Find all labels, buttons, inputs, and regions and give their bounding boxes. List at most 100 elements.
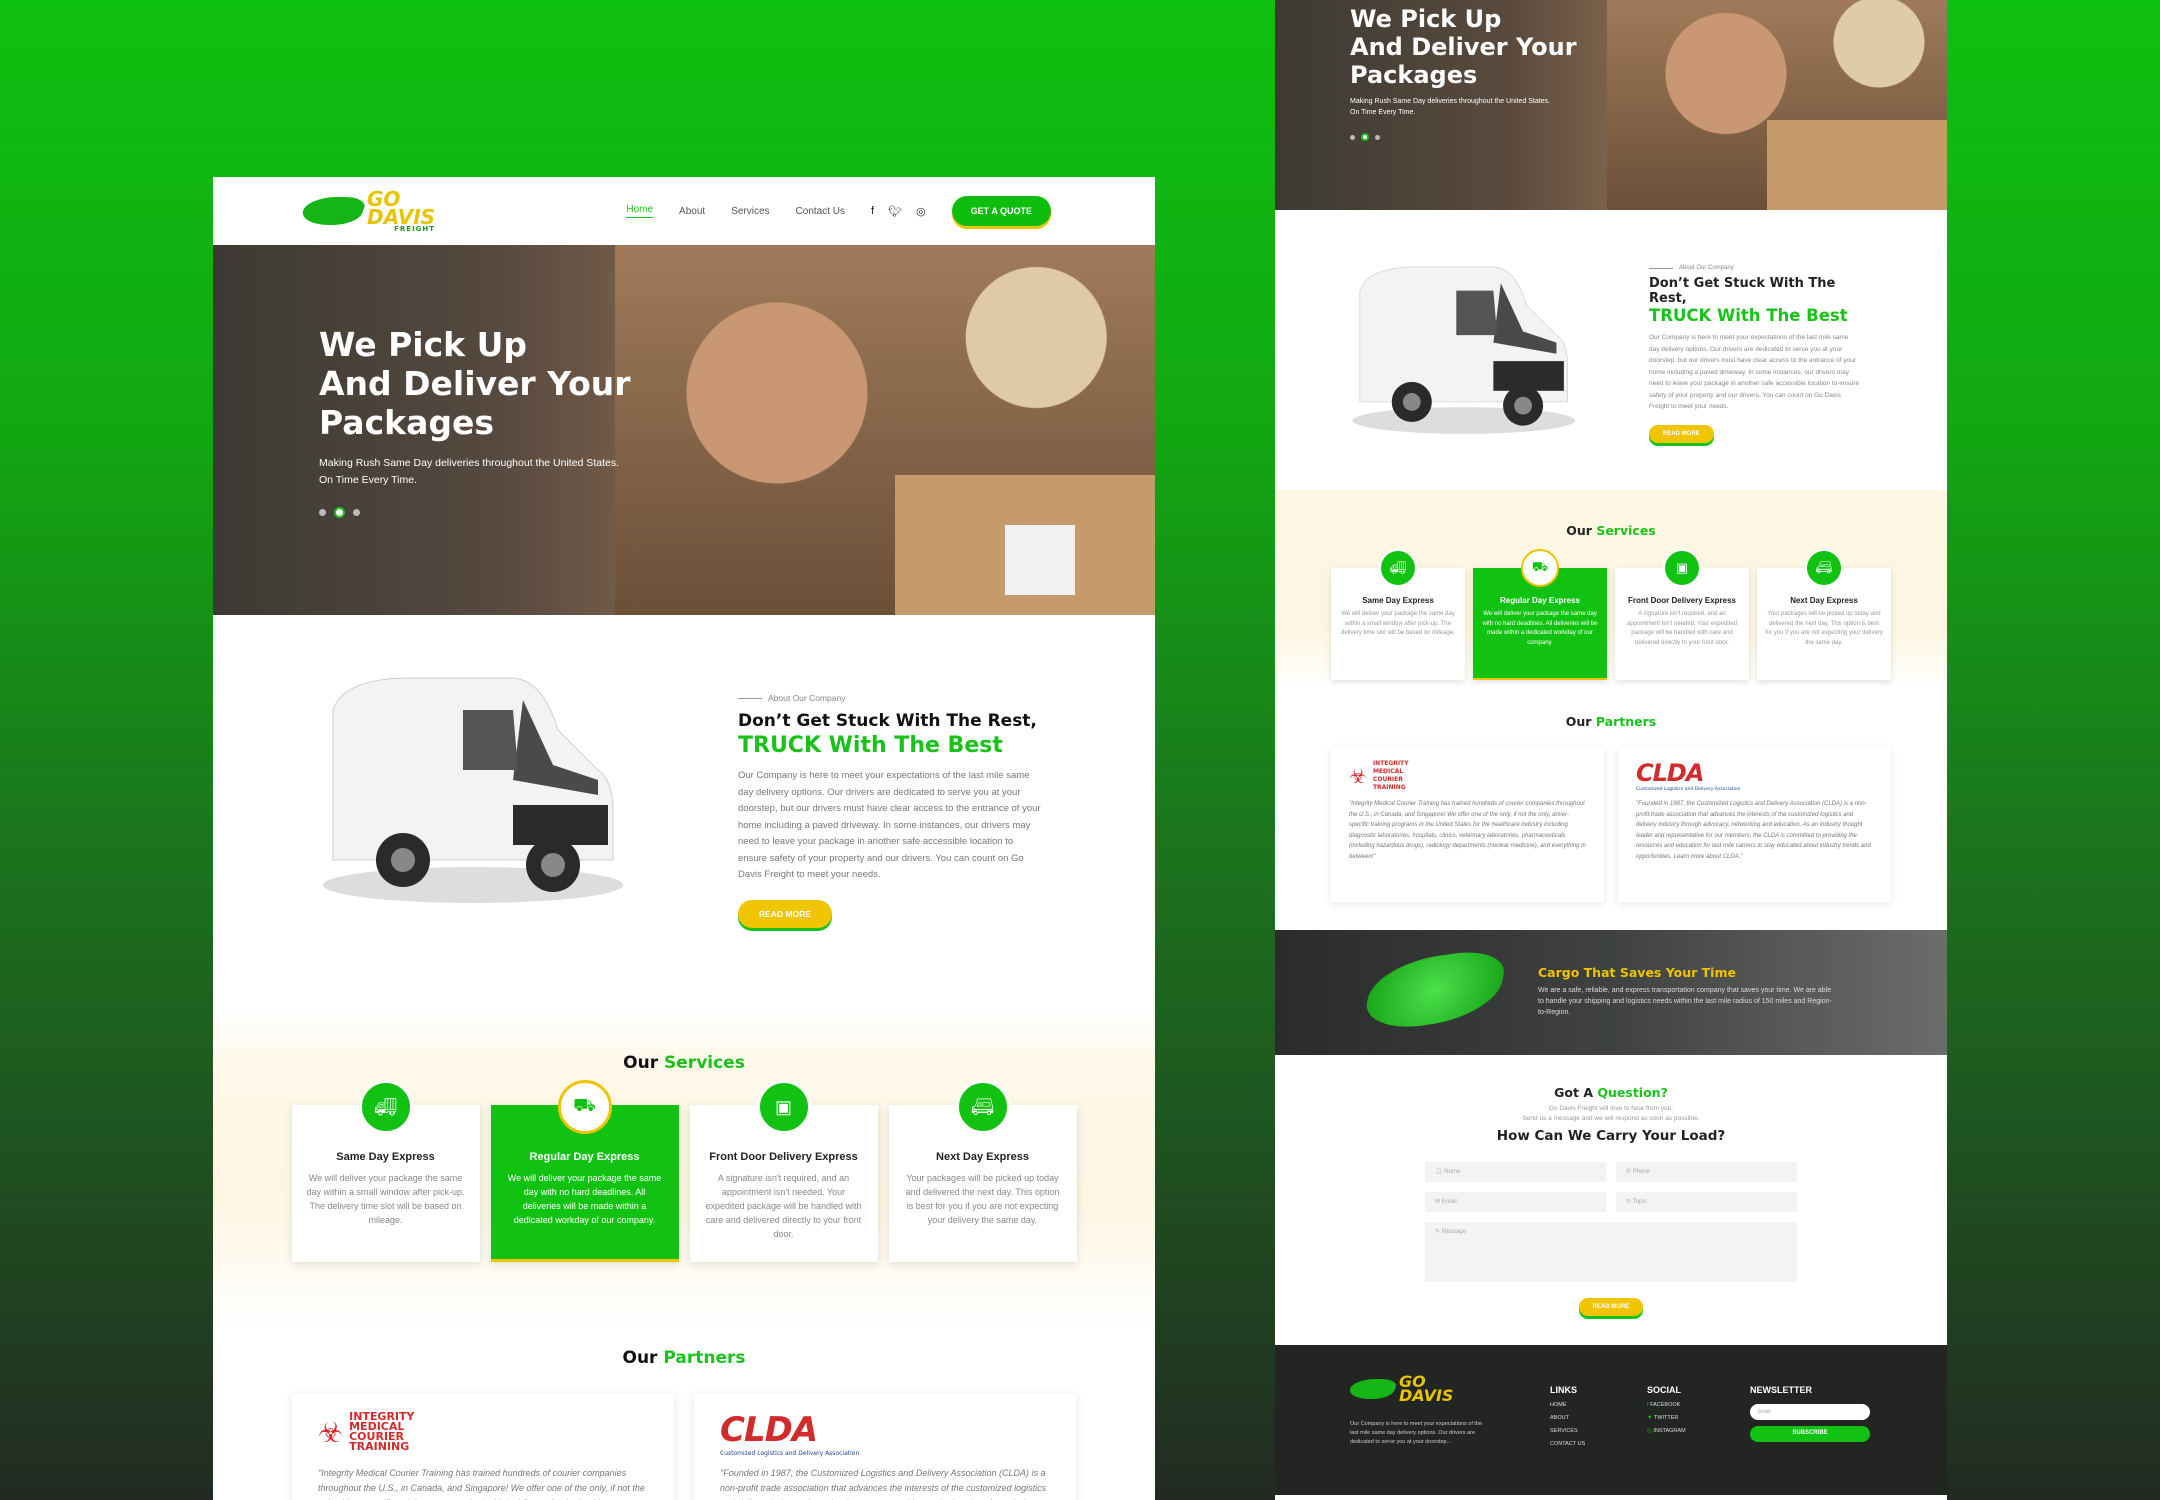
- hero-package-image: [1767, 120, 1947, 210]
- slider-dot-2[interactable]: [1361, 133, 1369, 141]
- footer-social: SOCIAL f FACEBOOK ▼ TWITTER ◎ INSTAGRAM: [1647, 1385, 1686, 1434]
- imct-logo[interactable]: ☣ INTEGRITY MEDICAL COURIER TRAINING: [318, 1410, 648, 1454]
- hand-truck-icon: ⛟︎: [1521, 549, 1559, 587]
- slider-dot-3[interactable]: [1375, 134, 1380, 140]
- imct-quote: "Integrity Medical Courier Training has …: [318, 1468, 645, 1500]
- biohazard-icon: ☣: [1349, 764, 1367, 788]
- cargo-body: We are a safe, reliable, and express tra…: [1538, 987, 1832, 1016]
- slider-dot-1[interactable]: [319, 509, 326, 516]
- hero-slider: We Pick Up And Deliver Your Packages Mak…: [213, 245, 1155, 615]
- topic-field[interactable]: ↻ Topic: [1616, 1192, 1797, 1212]
- footer-instagram[interactable]: ◎ INSTAGRAM: [1647, 1428, 1686, 1434]
- imct-logo[interactable]: ☣ INTEGRITY MEDICAL COURIER TRAINING: [1349, 759, 1586, 793]
- newsletter-email-input[interactable]: Email: [1750, 1404, 1870, 1420]
- service-title: Next Day Express: [936, 1151, 1029, 1163]
- subscribe-button[interactable]: SUBSCRIBE: [1750, 1426, 1870, 1442]
- about-body: Our Company is here to meet your expecta…: [738, 770, 1041, 880]
- clda-quote: "Founded in 1987, the Customized Logisti…: [1636, 801, 1871, 860]
- footer-links: LINKS HOME ABOUT SERVICES CONTACT US: [1550, 1385, 1586, 1447]
- contact-form: 👤︎ Name ✆ Phone ✉ Email ↻ Topic ✎ Messag…: [1425, 1162, 1797, 1282]
- twitter-icon: ▼: [1647, 1415, 1653, 1421]
- service-card-next-day[interactable]: 🚐︎ Next Day Express Your packages will b…: [1757, 549, 1891, 680]
- service-card-regular-day[interactable]: ⛟︎ Regular Day Express We will deliver y…: [490, 1080, 679, 1262]
- email-field[interactable]: ✉ Email: [1425, 1192, 1606, 1212]
- slider-dots: [1350, 133, 1380, 141]
- logo-davis-text: DAVIS: [367, 204, 436, 229]
- main-menu: Home About Services Contact Us f 🐦︎ ◎ GE…: [626, 196, 1051, 226]
- hand-truck-icon: ⛟︎: [557, 1080, 612, 1134]
- hero-slider-preview: We Pick Up And Deliver Your Packages Mak…: [1275, 0, 1947, 210]
- about-body: Our Company is here to meet your expecta…: [1649, 334, 1859, 410]
- instagram-icon[interactable]: ◎: [916, 205, 926, 218]
- nav-home[interactable]: Home: [626, 204, 654, 218]
- footer-link-home[interactable]: HOME: [1550, 1402, 1585, 1408]
- contact-section: Got A Question? Go Davis Freight will lo…: [1275, 1055, 1947, 1345]
- about-title-accent: TRUCK With The Best: [738, 733, 1003, 758]
- partner-card-clda: CLDA Customized Logistics and Delivery A…: [694, 1394, 1076, 1500]
- services-section-preview: Our Services 🚚︎ Same Day Express We will…: [1275, 490, 1947, 690]
- phone-field[interactable]: ✆ Phone: [1616, 1162, 1797, 1182]
- partners-section-preview: Our Partners ☣ INTEGRITY MEDICAL COURIER …: [1275, 690, 1947, 902]
- services-heading: Our Services: [623, 1053, 745, 1073]
- service-desc: We will deliver your package the same da…: [1482, 611, 1598, 646]
- hero-title: We Pick Up And Deliver Your Packages: [1350, 5, 1577, 89]
- facebook-icon[interactable]: f: [871, 205, 874, 218]
- footer-facebook[interactable]: f FACEBOOK: [1647, 1402, 1686, 1408]
- about-section-preview: About Our Company Don’t Get Stuck With T…: [1275, 210, 1947, 490]
- read-more-button[interactable]: READ MORE: [1649, 424, 1714, 443]
- service-desc: We will deliver your package the same da…: [1341, 611, 1455, 636]
- services-heading: Our Services: [1566, 523, 1656, 538]
- clda-logo[interactable]: CLDA Customized Logistics and Delivery A…: [720, 1410, 1050, 1457]
- top-navbar: GO DAVIS FREIGHT Home About Services Con…: [213, 177, 1155, 245]
- package-label-image: [1005, 525, 1075, 595]
- cargo-title: Cargo That Saves Your Time: [1538, 965, 1736, 980]
- slider-dot-3[interactable]: [353, 509, 360, 516]
- van-image: [323, 677, 623, 903]
- nav-contact[interactable]: Contact Us: [796, 206, 845, 217]
- read-more-button[interactable]: READ MORE: [738, 899, 832, 928]
- desktop-page: GO DAVIS FREIGHT Home About Services Con…: [213, 177, 1155, 1500]
- slider-dot-1[interactable]: [1350, 134, 1355, 140]
- contact-heading: Got A Question?: [1554, 1085, 1668, 1100]
- service-card-front-door[interactable]: ▣ Front Door Delivery Express A signatur…: [1615, 549, 1749, 680]
- partners-heading: Our Partners: [622, 1348, 746, 1368]
- partners-heading: Our Partners: [1565, 714, 1657, 729]
- twitter-icon[interactable]: 🐦︎: [888, 205, 902, 218]
- service-desc: Your packages will be picked up today an…: [905, 1173, 1060, 1225]
- about-text: About Our Company Don’t Get Stuck With T…: [1649, 265, 1859, 443]
- social-icons: f 🐦︎ ◎: [871, 205, 926, 218]
- nav-services[interactable]: Services: [731, 206, 769, 217]
- clda-logo[interactable]: CLDA Customized Logistics and Delivery A…: [1636, 759, 1873, 793]
- footer-description: Our Company is here to meet your expecta…: [1350, 1421, 1483, 1445]
- footer-logo[interactable]: GO DAVIS: [1346, 1373, 1453, 1404]
- get-quote-button[interactable]: GET A QUOTE: [951, 196, 1051, 226]
- facebook-icon: f: [1647, 1402, 1649, 1408]
- about-eyebrow: About Our Company: [738, 693, 1043, 703]
- logo-freight-text: FREIGHT: [394, 224, 436, 233]
- name-field[interactable]: 👤︎ Name: [1425, 1162, 1606, 1182]
- contact-submit-button[interactable]: READ MORE: [1578, 1298, 1644, 1316]
- service-card-next-day[interactable]: 🚐︎ Next Day Express Your packages will b…: [888, 1080, 1077, 1262]
- site-logo[interactable]: GO DAVIS FREIGHT: [297, 189, 436, 233]
- footer-link-services[interactable]: SERVICES: [1550, 1428, 1585, 1434]
- service-card-same-day[interactable]: 🚚︎ Same Day Express We will deliver your…: [291, 1080, 480, 1262]
- footer-twitter[interactable]: ▼ TWITTER: [1647, 1415, 1686, 1421]
- imct-quote: "Integrity Medical Courier Training has …: [1349, 801, 1586, 860]
- service-card-front-door[interactable]: ▣ Front Door Delivery Express A signatur…: [689, 1080, 878, 1262]
- fullpage-preview: We Pick Up And Deliver Your Packages Mak…: [1275, 0, 1947, 1500]
- contact-subtitle: Go Davis Freight will love to hear from …: [1522, 1105, 1700, 1122]
- slider-dot-2[interactable]: [334, 507, 345, 518]
- door-package-icon: ▣: [1663, 549, 1701, 587]
- service-title: Next Day Express: [1790, 596, 1858, 605]
- delivery-van-icon: 🚐︎: [955, 1080, 1010, 1134]
- partner-card-imct: ☣ INTEGRITY MEDICAL COURIER TRAINING "Int…: [1331, 747, 1604, 902]
- nav-about[interactable]: About: [679, 206, 705, 217]
- service-desc: Your packages will be picked up today an…: [1765, 611, 1883, 646]
- cheetah-logo-icon: [297, 196, 369, 225]
- service-card-same-day[interactable]: 🚚︎ Same Day Express We will deliver your…: [1331, 549, 1465, 680]
- message-field[interactable]: ✎ Message: [1425, 1222, 1797, 1282]
- footer-link-about[interactable]: ABOUT: [1550, 1415, 1585, 1421]
- service-card-regular-day[interactable]: ⛟︎ Regular Day Express We will deliver y…: [1473, 549, 1607, 680]
- footer-link-contact[interactable]: CONTACT US: [1550, 1441, 1585, 1447]
- about-title: Don’t Get Stuck With The Rest,: [738, 711, 1037, 731]
